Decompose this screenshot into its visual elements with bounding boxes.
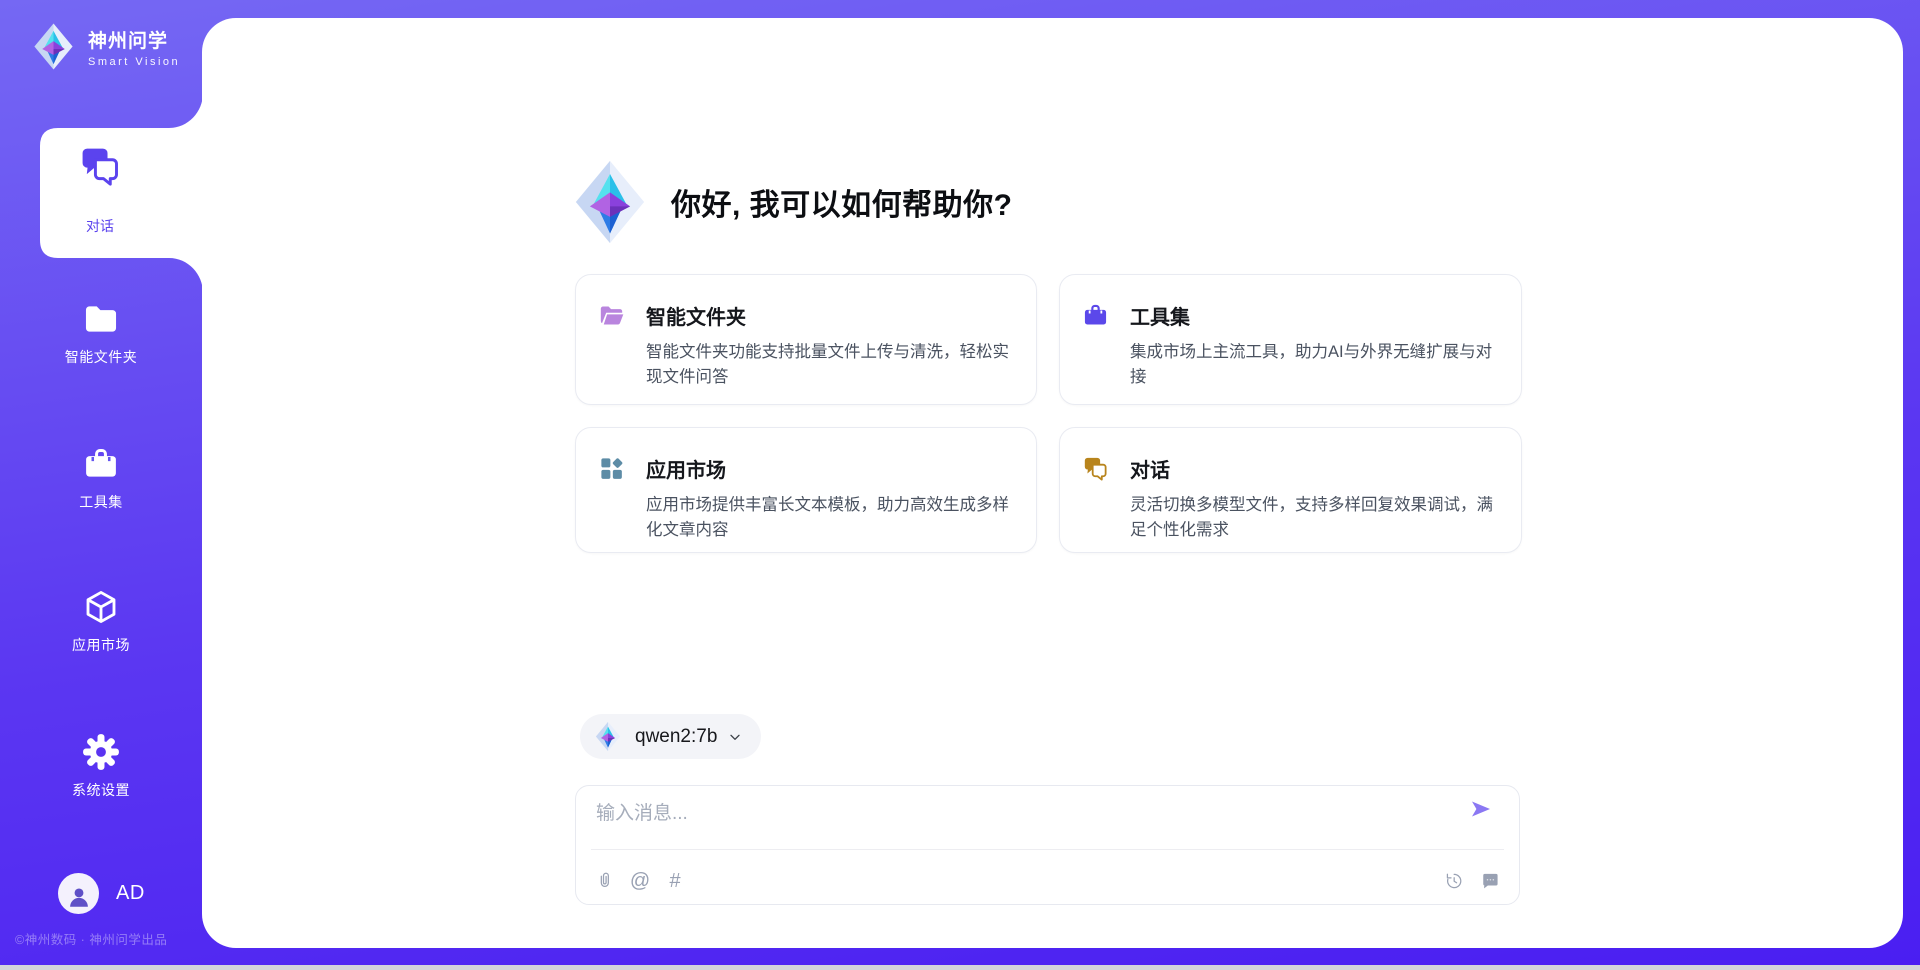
sidebar: 神州问学 Smart Vision 对话 智能文件夹 工具集 应用市场	[0, 0, 202, 970]
composer-divider	[591, 849, 1504, 850]
sidebar-item-label: 对话	[86, 216, 114, 236]
card-title: 对话	[1130, 454, 1170, 483]
person-icon	[66, 884, 92, 910]
mention-button[interactable]: @	[629, 869, 651, 893]
sidebar-item-label: 智能文件夹	[65, 347, 138, 367]
chat-icon	[1082, 455, 1109, 482]
grid-icon	[598, 455, 625, 482]
sidebar-item-label: 应用市场	[72, 635, 130, 655]
copyright-text: ©神州数码 · 神州问学出品	[15, 929, 167, 948]
feedback-button[interactable]	[1479, 869, 1501, 893]
card-title: 工具集	[1130, 301, 1190, 330]
send-icon[interactable]	[1469, 797, 1493, 821]
greeting-text: 你好, 我可以如何帮助你?	[671, 180, 1013, 224]
sidebar-item-smart-folder[interactable]: 智能文件夹	[0, 300, 202, 367]
main-panel: 你好, 我可以如何帮助你? 智能文件夹 智能文件夹功能支持批量文件上传与清洗，轻…	[202, 18, 1903, 948]
folder-icon	[82, 300, 120, 338]
history-icon	[1444, 871, 1464, 891]
sidebar-item-toolset[interactable]: 工具集	[0, 445, 202, 512]
sidebar-item-label: 工具集	[79, 492, 123, 512]
paperclip-icon	[595, 871, 615, 891]
toolbox-icon	[1082, 302, 1109, 329]
sidebar-item-app-market[interactable]: 应用市场	[0, 588, 202, 655]
brand-name: 神州问学	[88, 26, 180, 53]
sidebar-item-settings[interactable]: 系统设置	[0, 733, 202, 800]
attach-file-button[interactable]	[594, 869, 616, 893]
model-selector[interactable]: qwen2:7b	[580, 714, 761, 759]
card-description: 集成市场上主流工具，助力AI与外界无缝扩展与对接	[1130, 340, 1497, 390]
cube-icon	[82, 588, 120, 626]
card-toolset[interactable]: 工具集 集成市场上主流工具，助力AI与外界无缝扩展与对接	[1059, 274, 1522, 405]
model-name: qwen2:7b	[635, 726, 717, 748]
sidebar-item-chat[interactable]: 对话	[38, 128, 162, 255]
card-app-market[interactable]: 应用市场 应用市场提供丰富长文本模板，助力高效生成多样化文章内容	[575, 427, 1037, 553]
card-chat[interactable]: 对话 灵活切换多模型文件，支持多样回复效果调试，满足个性化需求	[1059, 427, 1522, 553]
composer-toolbar: @ #	[594, 866, 1501, 896]
gear-icon	[82, 733, 120, 771]
feature-cards: 智能文件夹 智能文件夹功能支持批量文件上传与清洗，轻松实现文件问答 工具集 集成…	[575, 274, 1522, 553]
card-description: 智能文件夹功能支持批量文件上传与清洗，轻松实现文件问答	[646, 340, 1012, 390]
brand-gem-icon	[30, 22, 77, 71]
message-composer: @ #	[575, 785, 1520, 905]
topic-button[interactable]: #	[664, 869, 686, 893]
card-description: 灵活切换多模型文件，支持多样回复效果调试，满足个性化需求	[1130, 493, 1497, 543]
sidebar-item-label: 系统设置	[72, 780, 130, 800]
assistant-gem-icon	[568, 158, 652, 246]
message-square-icon	[1480, 871, 1500, 891]
chat-icon	[78, 144, 122, 188]
brand-logo: 神州问学 Smart Vision	[30, 22, 180, 71]
message-input[interactable]	[596, 799, 1396, 829]
card-description: 应用市场提供丰富长文本模板，助力高效生成多样化文章内容	[646, 493, 1012, 543]
card-smart-folder[interactable]: 智能文件夹 智能文件夹功能支持批量文件上传与清洗，轻松实现文件问答	[575, 274, 1037, 405]
chevron-down-icon	[727, 729, 743, 745]
page-scrollbar[interactable]	[0, 965, 1920, 970]
user-initials: AD	[116, 882, 145, 905]
card-title: 智能文件夹	[646, 301, 746, 330]
brand-subtitle: Smart Vision	[88, 56, 180, 68]
greeting: 你好, 我可以如何帮助你?	[568, 158, 1013, 246]
toolbox-icon	[82, 445, 120, 483]
folder-open-icon	[598, 302, 625, 329]
model-gem-icon	[593, 721, 623, 752]
history-button[interactable]	[1443, 869, 1465, 893]
card-title: 应用市场	[646, 454, 726, 483]
user-profile[interactable]: AD	[58, 873, 145, 914]
avatar	[58, 873, 99, 914]
